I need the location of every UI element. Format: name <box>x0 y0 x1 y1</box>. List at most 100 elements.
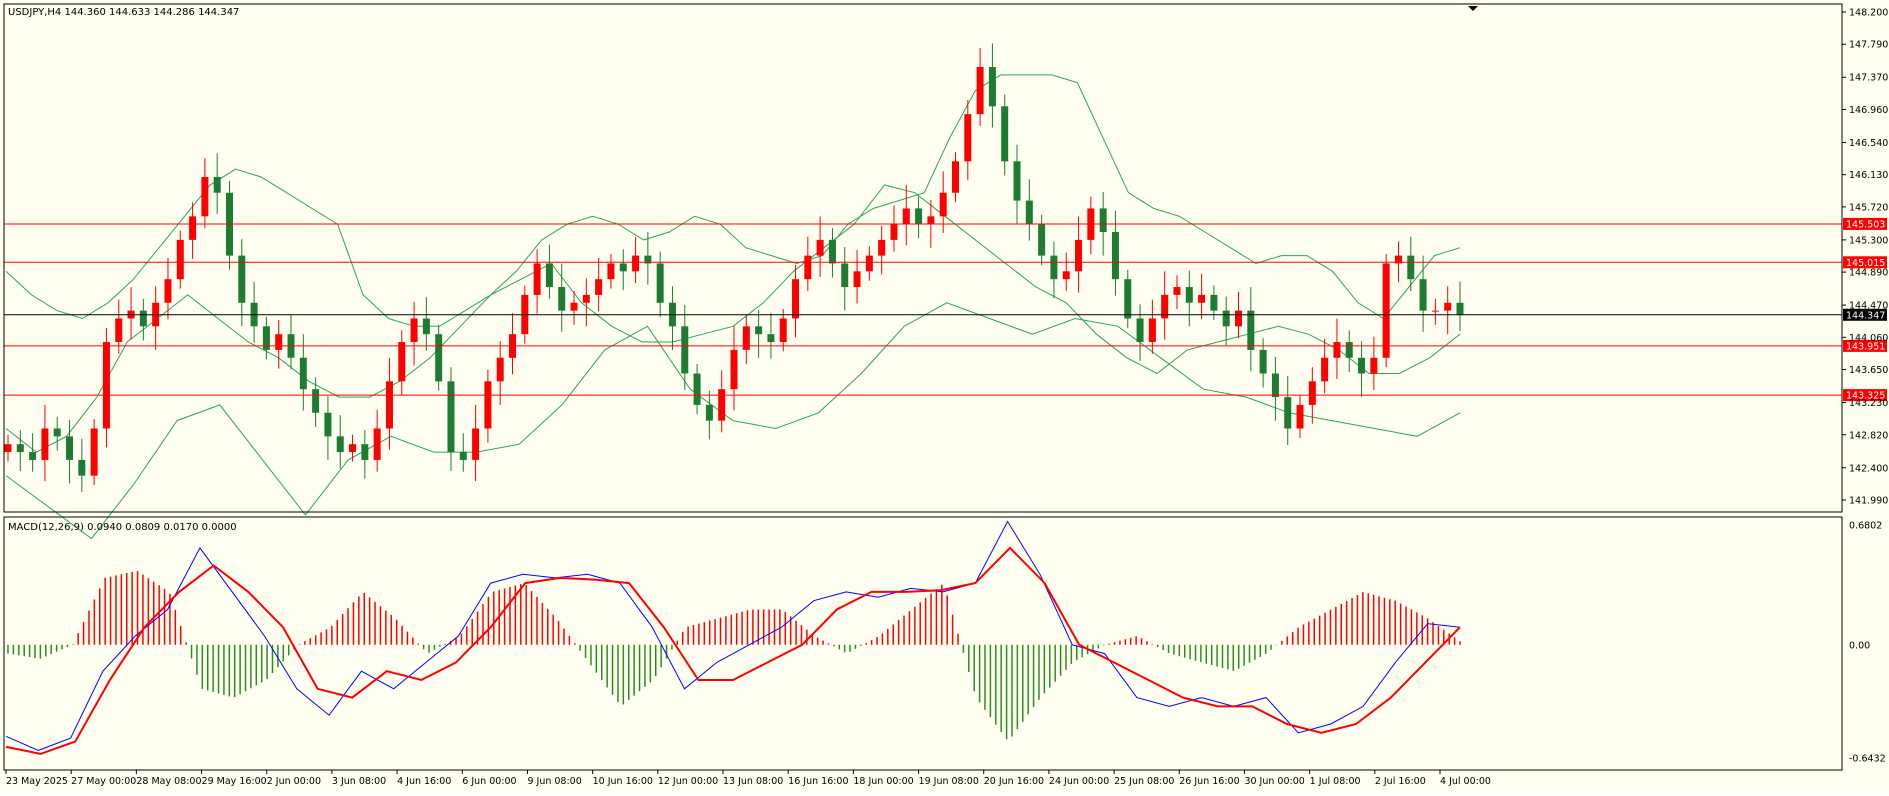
candle-body <box>927 216 935 225</box>
price-tick-label: 147.790 <box>1849 40 1888 51</box>
candle-body <box>312 389 320 413</box>
candle-body <box>435 334 443 382</box>
current-price-label: 144.347 <box>1846 310 1885 321</box>
candle-body <box>349 444 357 453</box>
candle-body <box>324 412 332 437</box>
candle-body <box>1124 279 1132 319</box>
candle-body <box>447 381 455 453</box>
candle-body <box>336 436 344 453</box>
candle-body <box>1321 357 1329 382</box>
candle-body <box>1062 271 1070 280</box>
candle-body <box>422 318 430 335</box>
candle-body <box>545 263 553 288</box>
candle-body <box>1173 287 1181 295</box>
candle-body <box>1038 224 1046 256</box>
candle-body <box>779 318 787 343</box>
price-tick-label: 146.960 <box>1849 105 1888 116</box>
candle-body <box>841 263 849 288</box>
candle-body <box>718 389 726 421</box>
candle-body <box>1444 302 1452 311</box>
candle-body <box>976 67 984 115</box>
price-tick-label: 148.200 <box>1849 8 1888 19</box>
candle-body <box>1013 161 1021 201</box>
candle-body <box>890 224 898 240</box>
candle-body <box>4 444 12 453</box>
candle-body <box>816 239 824 256</box>
candle-body <box>90 428 98 476</box>
candle-body <box>1456 302 1464 315</box>
candle-body <box>1198 294 1206 303</box>
candle-body <box>53 428 61 437</box>
time-tick-label: 2 Jun 00:00 <box>267 776 321 787</box>
candle-body <box>1271 373 1279 398</box>
candle-body <box>1235 310 1243 327</box>
candle-body <box>705 404 713 421</box>
candle-body <box>275 334 283 350</box>
symbol-ohlc-label: USDJPY,H4 144.360 144.633 144.286 144.34… <box>8 7 239 18</box>
candle-body <box>484 381 492 429</box>
candle-body <box>496 357 504 382</box>
time-tick-label: 4 Jun 16:00 <box>397 776 451 787</box>
candle-body <box>828 239 836 264</box>
chart-canvas[interactable]: 145.503145.015143.951143.325144.347 148.… <box>0 0 1889 792</box>
candle-body <box>176 239 184 280</box>
time-tick-label: 25 Jun 08:00 <box>1114 776 1174 787</box>
candle-body <box>1185 287 1193 303</box>
time-tick-label: 19 Jun 08:00 <box>919 776 979 787</box>
macd-tick-label: 0.00 <box>1849 640 1870 651</box>
candle-body <box>1111 232 1119 280</box>
time-tick-label: 10 Jun 16:00 <box>593 776 653 787</box>
candle-body <box>632 255 640 272</box>
candle-body <box>558 287 566 311</box>
chart-window[interactable]: 145.503 145.015 143.951 143.325 144.347 148.… <box>0 0 1889 792</box>
candle-body <box>902 208 910 225</box>
time-tick-label: 2 Jul 16:00 <box>1375 776 1426 787</box>
time-tick-label: 28 May 08:00 <box>136 776 201 787</box>
candle-body <box>853 271 861 288</box>
price-tick-label: 146.540 <box>1849 138 1888 149</box>
candle-body <box>1075 239 1083 272</box>
candle-body <box>681 326 689 374</box>
time-tick-label: 9 Jun 08:00 <box>527 776 581 787</box>
candle-body <box>1358 357 1366 374</box>
candle-body <box>939 192 947 217</box>
candle-body <box>16 444 24 453</box>
price-tick-label: 144.470 <box>1849 301 1888 312</box>
candle-body <box>1001 106 1009 162</box>
time-tick-label: 23 May 2025 <box>6 776 68 787</box>
candle-body <box>792 279 800 319</box>
candle-body <box>1333 342 1341 358</box>
time-tick-label: 24 Jun 00:00 <box>1049 776 1109 787</box>
price-line-label: 145.503 <box>1846 219 1885 230</box>
candle-body <box>102 342 110 429</box>
candle-body <box>1284 397 1292 429</box>
candle-body <box>1259 349 1267 374</box>
time-tick-label: 26 Jun 16:00 <box>1179 776 1239 787</box>
candle-body <box>804 255 812 280</box>
candle-body <box>1099 208 1107 233</box>
candle-body <box>78 459 86 476</box>
candle-body <box>1148 318 1156 343</box>
price-tick-label: 143.230 <box>1849 398 1888 409</box>
candle-body <box>865 255 873 272</box>
candle-body <box>693 373 701 405</box>
time-tick-label: 13 Jun 08:00 <box>723 776 783 787</box>
candle-body <box>1382 263 1390 358</box>
candle-body <box>398 342 406 382</box>
time-tick-label: 12 Jun 00:00 <box>658 776 718 787</box>
candle-body <box>472 428 480 460</box>
candle-body <box>964 114 972 162</box>
candle-body <box>41 428 49 460</box>
candle-body <box>878 239 886 256</box>
candle-body <box>201 177 209 217</box>
price-tick-label: 147.370 <box>1849 73 1888 84</box>
price-tick-label: 144.890 <box>1849 268 1888 279</box>
time-tick-label: 20 Jun 16:00 <box>984 776 1044 787</box>
price-tick-label: 146.130 <box>1849 170 1888 181</box>
candle-body <box>299 357 307 390</box>
price-tick-label: 142.400 <box>1849 463 1888 474</box>
candle-body <box>1025 200 1033 225</box>
candle-body <box>1222 310 1230 327</box>
candle-body <box>1419 279 1427 311</box>
candle-body <box>570 302 578 311</box>
